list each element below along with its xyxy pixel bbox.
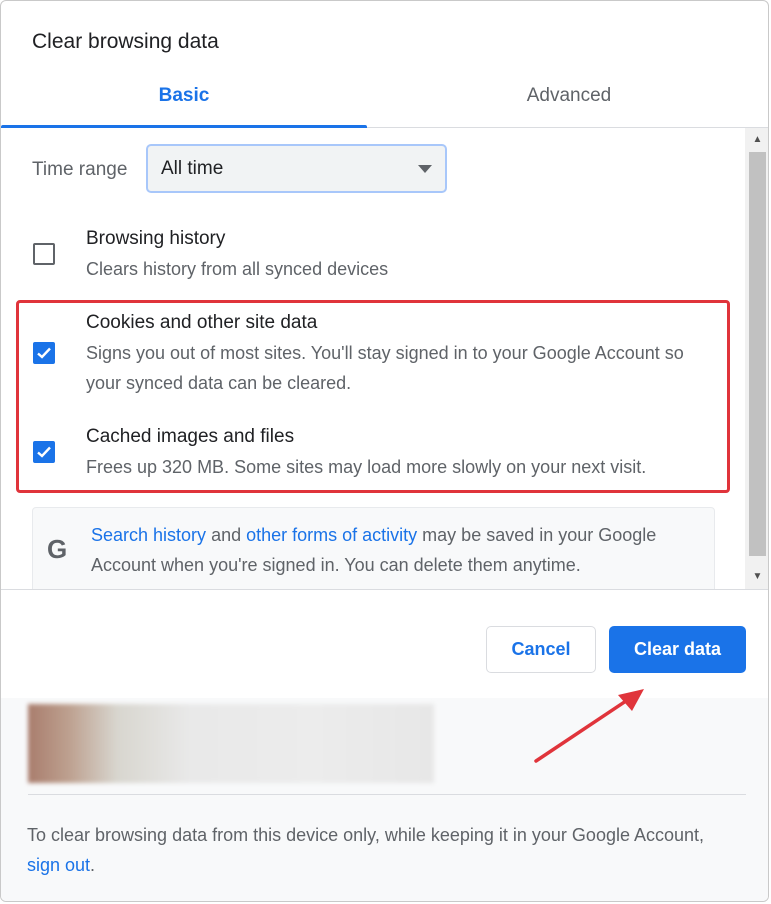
- footer-text-part: To clear browsing data from this device …: [27, 825, 705, 845]
- scroll-thumb[interactable]: [749, 152, 766, 556]
- scroll-up-icon[interactable]: ▲: [745, 130, 768, 150]
- tab-advanced[interactable]: Advanced: [386, 71, 752, 127]
- annotation-arrow-icon: [534, 689, 644, 763]
- chevron-down-icon: [418, 165, 432, 173]
- dialog-title: Clear browsing data: [32, 30, 219, 53]
- google-activity-notice: G Search history and other forms of acti…: [32, 507, 715, 589]
- time-range-value: All time: [161, 158, 224, 179]
- cancel-button[interactable]: Cancel: [486, 626, 596, 673]
- tab-bar: Basic Advanced: [1, 71, 768, 128]
- scroll-down-icon[interactable]: ▼: [745, 567, 768, 587]
- clear-browsing-data-dialog: Clear browsing data Basic Advanced Time …: [0, 0, 769, 902]
- cached-files-description: Frees up 320 MB. Some sites may load mor…: [86, 457, 647, 477]
- browsing-history-title: Browsing history: [86, 228, 226, 249]
- clear-data-button[interactable]: Clear data: [609, 626, 746, 673]
- footer-divider: [28, 794, 746, 795]
- sign-out-link[interactable]: sign out: [27, 855, 90, 875]
- other-activity-link[interactable]: other forms of activity: [246, 525, 417, 545]
- vertical-scrollbar[interactable]: ▲ ▼: [745, 128, 768, 589]
- cookies-checkbox[interactable]: [33, 342, 55, 364]
- browsing-history-checkbox[interactable]: [33, 243, 55, 265]
- checkmark-icon: [37, 347, 51, 359]
- search-history-link[interactable]: Search history: [91, 525, 206, 545]
- browsing-history-description: Clears history from all synced devices: [86, 259, 389, 279]
- options-scroll-area[interactable]: Time range All time Browsing history Cle…: [1, 128, 768, 590]
- google-notice-text: Search history and other forms of activi…: [91, 520, 706, 580]
- cookies-description: Signs you out of most sites. You'll stay…: [86, 343, 684, 393]
- footer-text: To clear browsing data from this device …: [27, 820, 727, 880]
- tab-basic[interactable]: Basic: [1, 71, 367, 127]
- account-avatar-blurred: [28, 704, 434, 783]
- time-range-label: Time range: [32, 159, 128, 180]
- notice-text-part: and: [206, 525, 247, 545]
- cookies-title: Cookies and other site data: [86, 312, 318, 333]
- google-g-icon: G: [47, 534, 68, 564]
- cached-files-title: Cached images and files: [86, 426, 295, 447]
- footer-text-part: .: [90, 855, 96, 875]
- checkmark-icon: [37, 446, 51, 458]
- cached-files-checkbox[interactable]: [33, 441, 55, 463]
- time-range-select[interactable]: All time: [146, 144, 447, 193]
